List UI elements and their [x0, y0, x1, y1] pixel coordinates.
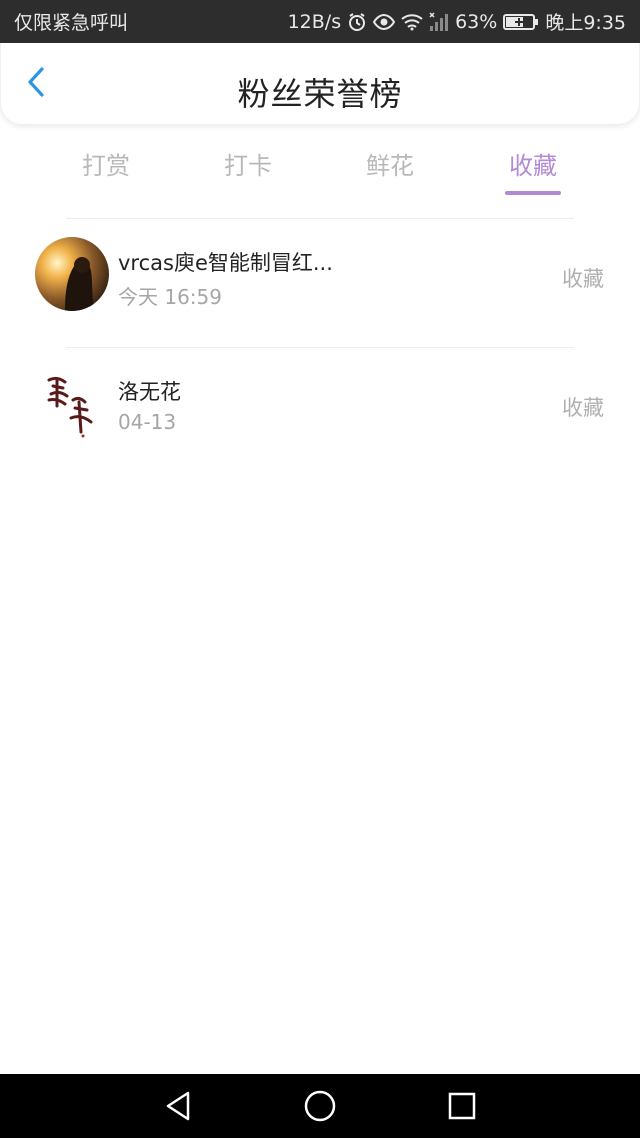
navigation-bar — [0, 1074, 640, 1138]
fan-action: 收藏 — [562, 267, 604, 291]
screen: 仅限紧急呼叫 12B/s 63% 晚上9:35 粉丝荣誉榜 打赏 打卡 鲜花 收… — [0, 0, 640, 1138]
battery-charging-icon — [503, 13, 539, 31]
fan-time: 今天 16:59 — [118, 285, 222, 309]
battery-percent: 63% — [455, 10, 498, 33]
tab-favorites[interactable]: 收藏 — [483, 146, 583, 181]
list-item[interactable]: 洛无花 04-13 收藏 — [0, 348, 640, 476]
carrier-text: 仅限紧急呼叫 — [14, 12, 129, 34]
list-item[interactable]: vrcas庾e智能制冒红... 今天 16:59 收藏 — [0, 219, 640, 347]
tab-bar: 打赏 打卡 鲜花 收藏 — [0, 140, 640, 200]
fan-list: vrcas庾e智能制冒红... 今天 16:59 收藏 洛无花 04-13 收藏 — [0, 218, 640, 476]
clock-time: 晚上9:35 — [545, 12, 626, 34]
wifi-icon — [401, 13, 423, 31]
tab-flowers[interactable]: 鲜花 — [340, 146, 440, 181]
back-triangle-icon[interactable] — [160, 1088, 196, 1124]
fan-name: 洛无花 — [118, 380, 181, 404]
top-header: 粉丝荣誉榜 — [0, 43, 640, 125]
fan-name: vrcas庾e智能制冒红... — [118, 251, 333, 275]
fan-action: 收藏 — [562, 396, 604, 420]
avatar — [35, 366, 109, 440]
tab-checkin[interactable]: 打卡 — [198, 146, 298, 181]
network-speed: 12B/s — [287, 10, 342, 33]
alarm-icon — [347, 12, 367, 32]
fan-time: 04-13 — [118, 410, 177, 434]
status-right: 12B/s 63% 晚上9:35 — [288, 8, 626, 35]
signal-icon — [429, 11, 449, 32]
status-left: 仅限紧急呼叫 — [14, 8, 128, 35]
avatar — [35, 237, 109, 311]
page-title: 粉丝荣誉榜 — [237, 75, 403, 113]
eye-icon — [373, 13, 396, 31]
recents-square-icon[interactable] — [444, 1088, 480, 1124]
active-tab-indicator — [505, 191, 561, 195]
home-circle-icon[interactable] — [302, 1088, 338, 1124]
status-bar: 仅限紧急呼叫 12B/s 63% 晚上9:35 — [0, 0, 640, 43]
tab-reward[interactable]: 打赏 — [56, 146, 156, 181]
